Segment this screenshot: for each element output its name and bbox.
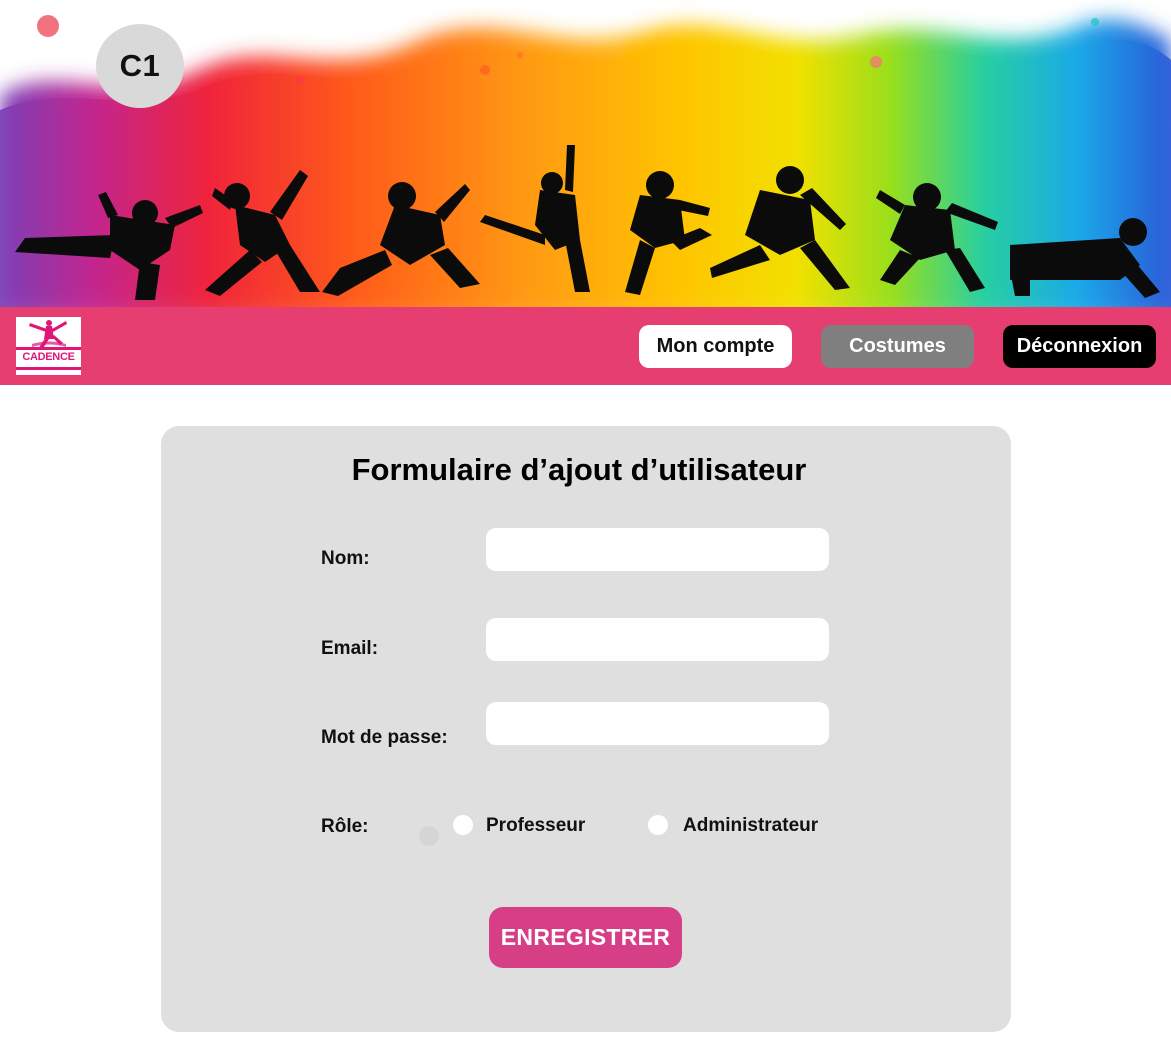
logout-button[interactable]: Déconnexion xyxy=(1003,325,1156,368)
radio-administrateur[interactable] xyxy=(648,815,668,835)
name-input[interactable] xyxy=(486,528,829,571)
save-button[interactable]: ENREGISTRER xyxy=(489,907,682,968)
add-user-form-card: Formulaire d’ajout d’utilisateur Nom: Em… xyxy=(161,426,1011,1032)
user-badge[interactable]: C1 xyxy=(96,24,184,108)
password-label: Mot de passe: xyxy=(321,727,448,748)
dancer-logo-icon xyxy=(29,320,67,350)
hero-banner: C1 xyxy=(0,0,1171,307)
logo-bar-top xyxy=(16,347,81,350)
name-label: Nom: xyxy=(321,548,370,569)
form-title: Formulaire d’ajout d’utilisateur xyxy=(351,452,807,487)
logo-bar-bottom xyxy=(16,367,81,370)
my-account-button[interactable]: Mon compte xyxy=(639,325,792,368)
radio-administrateur-label[interactable]: Administrateur xyxy=(683,815,818,837)
email-label: Email: xyxy=(321,638,379,659)
email-input[interactable] xyxy=(486,618,829,661)
radio-professeur-label[interactable]: Professeur xyxy=(486,815,585,837)
password-input[interactable] xyxy=(486,702,829,745)
costumes-button[interactable]: Costumes xyxy=(821,325,974,368)
radio-ghost-dot xyxy=(419,826,439,846)
top-nav-bar: CADENCE Mon compte Costumes Déconnexion xyxy=(0,307,1171,385)
radio-professeur[interactable] xyxy=(453,815,473,835)
cadence-logo[interactable]: CADENCE xyxy=(16,317,81,375)
logo-text: CADENCE xyxy=(22,351,75,363)
role-label: Rôle: xyxy=(321,816,369,837)
